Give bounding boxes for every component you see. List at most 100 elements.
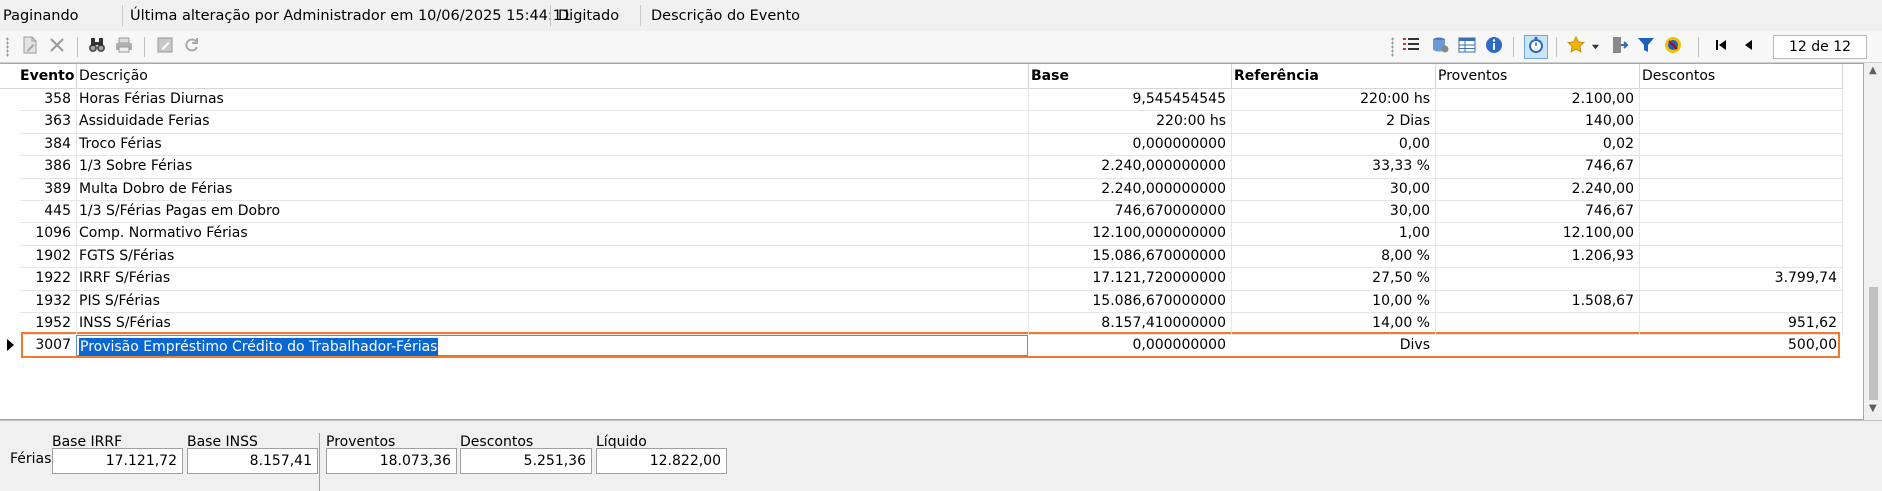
cell-referencia[interactable]: Divs xyxy=(1231,334,1435,356)
column-header-descricao[interactable]: Descrição xyxy=(76,64,1028,88)
favorites-button[interactable] xyxy=(1564,35,1588,59)
cell-descontos[interactable] xyxy=(1639,290,1842,312)
cell-descontos[interactable] xyxy=(1639,200,1842,222)
cell-proventos[interactable] xyxy=(1435,312,1639,334)
table-row[interactable]: 1932 PIS S/Férias 15.086,670000000 10,00 % 1… xyxy=(0,290,1842,312)
cell-descricao[interactable]: IRRF S/Férias xyxy=(76,267,1028,289)
cell-descontos[interactable]: 3.799,74 xyxy=(1639,267,1842,289)
edit-button[interactable] xyxy=(153,35,177,59)
base-irrf-field[interactable]: 17.121,72 xyxy=(52,448,183,474)
table-row[interactable]: 1096 Comp. Normativo Férias 12.100,0000000… xyxy=(0,222,1842,244)
cell-base[interactable]: 9,545454545 xyxy=(1028,88,1231,110)
cell-evento[interactable]: 445 xyxy=(17,200,76,222)
cell-base[interactable]: 8.157,410000000 xyxy=(1028,312,1231,334)
cell-base[interactable]: 15.086,670000000 xyxy=(1028,245,1231,267)
cell-evento[interactable]: 386 xyxy=(17,155,76,177)
cell-descricao[interactable]: 1/3 Sobre Férias xyxy=(76,155,1028,177)
table-row[interactable]: 384 Troco Férias 0,000000000 0,00 0,02 xyxy=(0,133,1842,155)
cell-descontos[interactable] xyxy=(1639,88,1842,110)
table-row[interactable]: 1922 IRRF S/Férias 17.121,720000000 27,50 %… xyxy=(0,267,1842,289)
cell-evento[interactable]: 1952 xyxy=(17,312,76,334)
cell-descricao[interactable]: 1/3 S/Férias Pagas em Dobro xyxy=(76,200,1028,222)
cell-descricao[interactable]: Comp. Normativo Férias xyxy=(76,222,1028,244)
cell-base[interactable]: 2.240,000000000 xyxy=(1028,178,1231,200)
cell-descontos[interactable] xyxy=(1639,155,1842,177)
table-row[interactable]: 445 1/3 S/Férias Pagas em Dobro 746,670000… xyxy=(0,200,1842,222)
first-page-button[interactable] xyxy=(1709,35,1733,59)
proventos-field[interactable]: 18.073,36 xyxy=(326,448,457,474)
cell-descricao[interactable]: FGTS S/Férias xyxy=(76,245,1028,267)
table-row[interactable]: 358 Horas Férias Diurnas 9,545454545 220:00… xyxy=(0,88,1842,110)
table-row[interactable]: 1952 INSS S/Férias 8.157,410000000 14,00 % 9… xyxy=(0,312,1842,334)
cell-proventos[interactable]: 2.100,00 xyxy=(1435,88,1639,110)
print-button[interactable] xyxy=(112,35,136,59)
table-row[interactable]: 389 Multa Dobro de Férias 2.240,000000000 3… xyxy=(0,178,1842,200)
list-view-button[interactable] xyxy=(1399,35,1423,59)
cell-evento[interactable]: 389 xyxy=(17,178,76,200)
cell-descricao[interactable]: Troco Férias xyxy=(76,133,1028,155)
cell-base[interactable]: 2.240,000000000 xyxy=(1028,155,1231,177)
cell-evento[interactable]: 3007 xyxy=(17,334,76,356)
form-view-button[interactable] xyxy=(1455,35,1479,59)
previous-page-button[interactable] xyxy=(1737,35,1761,59)
scroll-up-icon[interactable]: ▲ xyxy=(1869,65,1877,76)
cell-evento[interactable]: 1922 xyxy=(17,267,76,289)
cell-descricao[interactable]: Multa Dobro de Férias xyxy=(76,178,1028,200)
search-button[interactable] xyxy=(85,35,109,59)
cell-proventos[interactable]: 0,02 xyxy=(1435,133,1639,155)
cell-referencia[interactable]: 2 Dias xyxy=(1231,110,1435,132)
cell-proventos[interactable]: 140,00 xyxy=(1435,110,1639,132)
scrollbar-thumb[interactable] xyxy=(1869,287,1878,400)
cell-evento[interactable]: 1932 xyxy=(17,290,76,312)
column-header-evento[interactable]: Evento xyxy=(17,64,76,88)
cell-referencia[interactable]: 10,00 % xyxy=(1231,290,1435,312)
cell-descricao[interactable]: INSS S/Férias xyxy=(76,312,1028,334)
column-header-referencia[interactable]: Referência xyxy=(1231,64,1435,88)
base-inss-field[interactable]: 8.157,41 xyxy=(187,448,318,474)
cell-base[interactable]: 0,000000000 xyxy=(1028,334,1231,356)
cell-base[interactable]: 746,670000000 xyxy=(1028,200,1231,222)
cell-descontos[interactable]: 951,62 xyxy=(1639,312,1842,334)
table-row[interactable]: 386 1/3 Sobre Férias 2.240,000000000 33,33 … xyxy=(0,155,1842,177)
description-edit-field[interactable]: Provisão Empréstimo Crédito do Trabalhad… xyxy=(76,335,1028,358)
favorites-dropdown[interactable] xyxy=(1589,35,1601,59)
cell-referencia[interactable]: 14,00 % xyxy=(1231,312,1435,334)
cell-descontos[interactable]: 500,00 xyxy=(1639,334,1842,356)
cell-proventos[interactable]: 746,67 xyxy=(1435,155,1639,177)
cell-descontos[interactable] xyxy=(1639,245,1842,267)
toolbar-grip[interactable] xyxy=(1391,37,1394,57)
database-button[interactable] xyxy=(1428,35,1452,59)
cell-base[interactable]: 220:00 hs xyxy=(1028,110,1231,132)
cell-referencia[interactable]: 0,00 xyxy=(1231,133,1435,155)
toolbar-grip[interactable] xyxy=(6,37,9,57)
cell-descontos[interactable] xyxy=(1639,178,1842,200)
cell-proventos[interactable]: 1.508,67 xyxy=(1435,290,1639,312)
table-row[interactable]: 3007 Provisão Empréstimo Crédito do Traba… xyxy=(0,334,1842,358)
cell-descontos[interactable] xyxy=(1639,133,1842,155)
cell-evento[interactable]: 363 xyxy=(17,110,76,132)
scroll-down-icon[interactable]: ▼ xyxy=(1869,403,1877,414)
cell-descricao[interactable]: PIS S/Férias xyxy=(76,290,1028,312)
timer-button[interactable] xyxy=(1524,35,1548,59)
cell-evento[interactable]: 1902 xyxy=(17,245,76,267)
refresh-button[interactable] xyxy=(180,35,204,59)
cell-proventos[interactable]: 12.100,00 xyxy=(1435,222,1639,244)
liquido-field[interactable]: 12.822,00 xyxy=(596,448,727,474)
cell-referencia[interactable]: 8,00 % xyxy=(1231,245,1435,267)
cell-referencia[interactable]: 30,00 xyxy=(1231,200,1435,222)
cell-base[interactable]: 15.086,670000000 xyxy=(1028,290,1231,312)
cell-evento[interactable]: 1096 xyxy=(17,222,76,244)
cell-base[interactable]: 0,000000000 xyxy=(1028,133,1231,155)
cell-proventos[interactable] xyxy=(1435,267,1639,289)
info-button[interactable] xyxy=(1482,35,1506,59)
column-header-proventos[interactable]: Proventos xyxy=(1435,64,1639,88)
descontos-field[interactable]: 5.251,36 xyxy=(460,448,592,474)
cell-referencia[interactable]: 1,00 xyxy=(1231,222,1435,244)
cell-referencia[interactable]: 30,00 xyxy=(1231,178,1435,200)
cell-proventos[interactable]: 2.240,00 xyxy=(1435,178,1639,200)
cell-proventos[interactable]: 746,67 xyxy=(1435,200,1639,222)
filter-button[interactable] xyxy=(1634,35,1658,59)
cell-referencia[interactable]: 27,50 % xyxy=(1231,267,1435,289)
cell-proventos[interactable]: 1.206,93 xyxy=(1435,245,1639,267)
table-row[interactable]: 363 Assiduidade Ferias 220:00 hs 2 Dias 140,… xyxy=(0,110,1842,132)
